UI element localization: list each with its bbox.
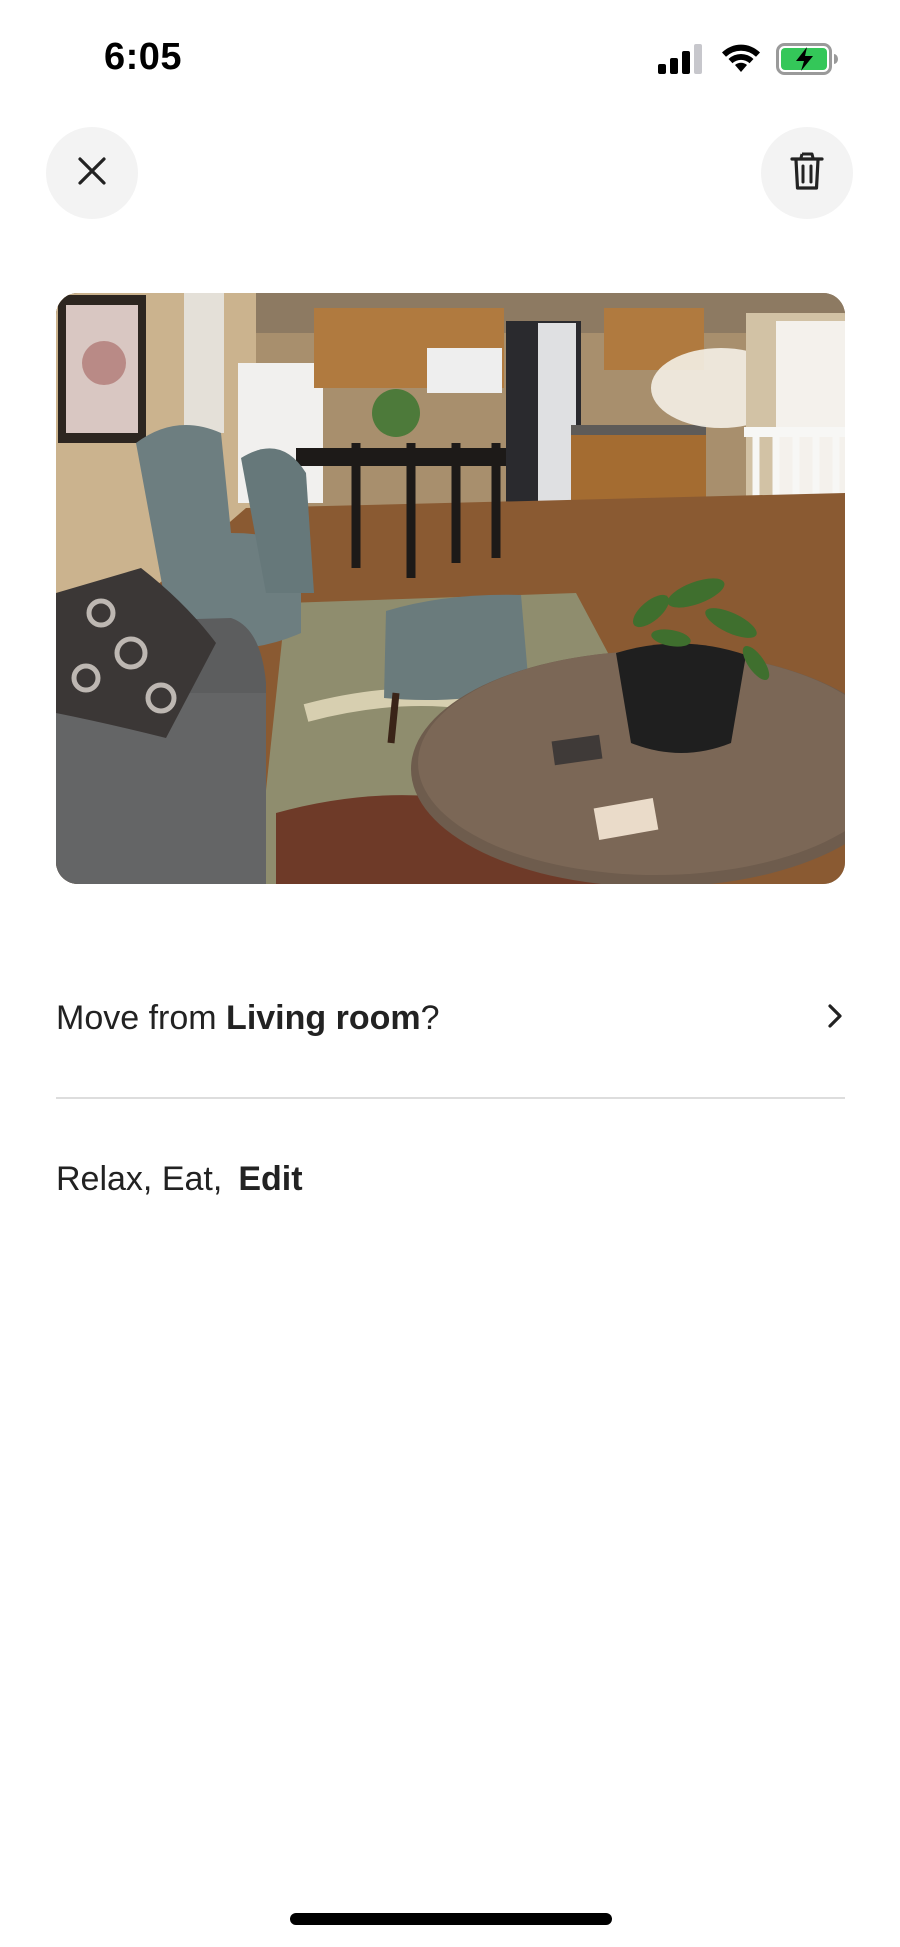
signal-icon: [656, 44, 704, 79]
tags-row: Relax, Eat, Edit: [56, 1154, 303, 1204]
chevron-right-icon: [825, 1001, 845, 1036]
close-button[interactable]: [46, 127, 138, 219]
divider: [56, 1097, 845, 1099]
status-bar: 6:05: [0, 0, 900, 110]
edit-tags-button[interactable]: Edit: [238, 1160, 302, 1199]
trash-icon: [790, 151, 824, 196]
move-room-row[interactable]: Move from Living room?: [56, 975, 845, 1061]
move-room-text: Move from Living room?: [56, 999, 440, 1038]
living-room-photo[interactable]: [56, 293, 845, 884]
living-room-photo-illustration: [56, 293, 845, 884]
tags-text: Relax, Eat,: [56, 1159, 223, 1198]
close-icon: [76, 155, 108, 192]
wifi-icon: [720, 42, 762, 79]
move-suffix: ?: [420, 998, 440, 1037]
status-time: 6:05: [104, 36, 183, 78]
current-room-name: Living room: [226, 998, 421, 1037]
move-prefix: Move from: [56, 998, 227, 1037]
battery-charging-icon: [776, 43, 838, 80]
home-indicator: [290, 1913, 612, 1925]
delete-button[interactable]: [761, 127, 853, 219]
